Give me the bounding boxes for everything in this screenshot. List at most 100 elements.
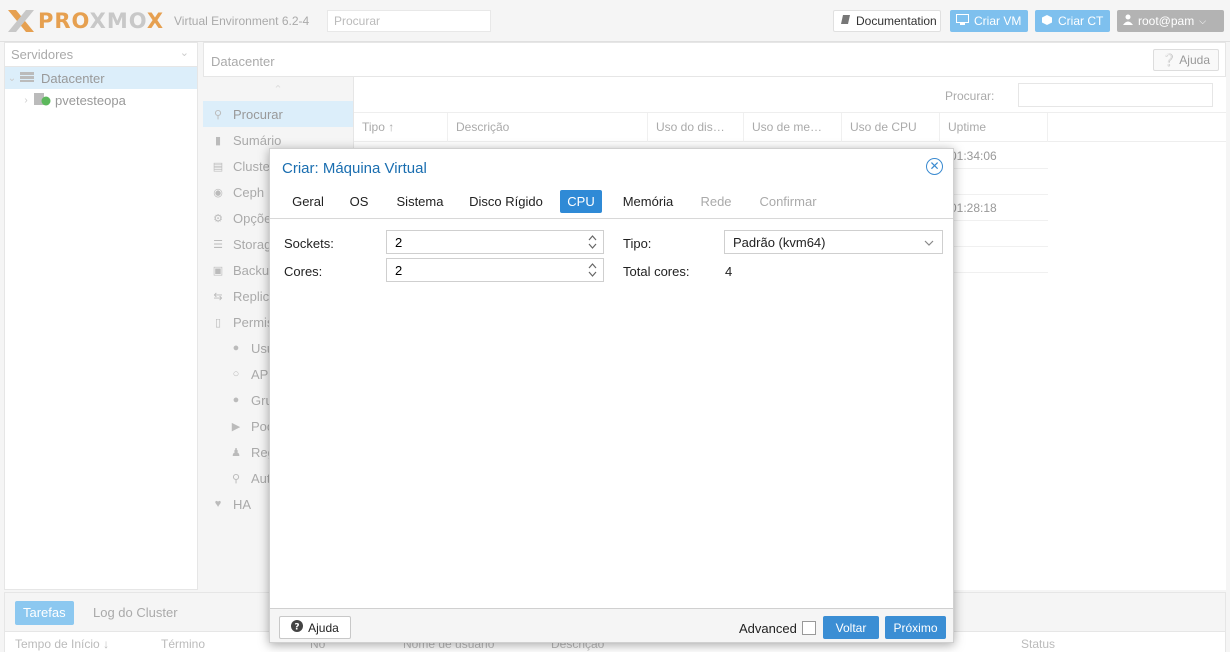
- tab-hard-disk[interactable]: Disco Rígido: [463, 190, 549, 213]
- tab-memory[interactable]: Memória: [615, 190, 681, 213]
- advanced-label: Advanced: [739, 621, 797, 636]
- column-header[interactable]: Uptime: [940, 113, 1048, 142]
- create-vm-dialog: Criar: Máquina Virtual ✕ Geral OS Sistem…: [269, 148, 954, 643]
- book-icon: [840, 14, 851, 28]
- cpu-type-label: Tipo:: [623, 236, 652, 251]
- tree-item-node[interactable]: › pvetesteopa: [5, 89, 197, 111]
- column-header[interactable]: Status: [1021, 637, 1055, 651]
- nav-item-label: Cluster: [233, 158, 275, 174]
- help-button[interactable]: ? Ajuda: [279, 616, 351, 639]
- grid-header: Tipo ↑ Descrição Uso do dis… Uso de me… …: [354, 113, 1226, 142]
- tags-icon: ▶: [231, 420, 241, 433]
- tree-item-datacenter[interactable]: ⌄ Datacenter: [5, 67, 197, 89]
- heartbeat-icon: ♥: [214, 498, 222, 510]
- tab-general[interactable]: Geral: [283, 190, 333, 213]
- chevron-down-icon: ⌄: [179, 47, 189, 59]
- cores-label: Cores:: [284, 264, 323, 279]
- nav-item-label: Ceph: [233, 184, 265, 200]
- resource-tree: Servidores ⌄ ⌄ Datacenter › pvetesteopa: [4, 42, 198, 590]
- users-icon: ●: [232, 394, 240, 406]
- documentation-button[interactable]: Documentation: [833, 10, 941, 32]
- next-button[interactable]: Próximo: [885, 616, 946, 639]
- nav-item-label: HA: [233, 496, 252, 512]
- version-label: Virtual Environment 6.2-4: [174, 14, 310, 28]
- close-icon[interactable]: ✕: [926, 158, 943, 175]
- global-search-input[interactable]: Procurar: [327, 10, 491, 32]
- tab-tasks[interactable]: Tarefas: [15, 601, 74, 625]
- grid-toolbar: Procurar:: [354, 77, 1226, 113]
- expand-icon[interactable]: ⌄: [5, 73, 19, 84]
- search-icon: ⚲: [213, 108, 223, 121]
- desktop-icon: [956, 14, 969, 28]
- column-header-label: Tempo de Início: [15, 637, 100, 651]
- column-header[interactable]: Descrição: [448, 113, 648, 142]
- user-menu-button[interactable]: root@pam ⌵: [1117, 10, 1224, 32]
- spinner-arrows-icon[interactable]: [587, 232, 597, 252]
- user-outline-icon: ○: [232, 368, 240, 380]
- spinner-arrows-icon[interactable]: [587, 260, 597, 280]
- proxmox-x-icon: [6, 8, 36, 34]
- grid-search-input[interactable]: [1018, 83, 1213, 107]
- book-icon: ▮: [214, 134, 222, 147]
- top-bar: PROXMOX Virtual Environment 6.2-4 Procur…: [0, 0, 1230, 42]
- node-online-icon: [33, 92, 51, 109]
- help-button[interactable]: ❔ Ajuda: [1152, 49, 1219, 71]
- ceph-icon: ◉: [213, 186, 223, 199]
- floppy-icon: ▣: [212, 264, 224, 277]
- sockets-field[interactable]: 2: [386, 230, 604, 254]
- help-label: Ajuda: [308, 620, 339, 635]
- sort-desc-icon: ↓: [103, 637, 110, 651]
- question-icon: ❔: [1161, 53, 1177, 67]
- total-cores-label: Total cores:: [623, 264, 690, 279]
- column-header[interactable]: Uso de CPU: [842, 113, 940, 142]
- column-header[interactable]: Término: [161, 637, 205, 651]
- back-button[interactable]: Voltar: [823, 616, 879, 639]
- column-header[interactable]: Uso do dis…: [648, 113, 744, 142]
- grid-search-label: Procurar:: [945, 89, 995, 103]
- tree-item-label: pvetesteopa: [55, 92, 126, 108]
- database-icon: ☰: [213, 238, 223, 251]
- tab-cpu[interactable]: CPU: [560, 190, 602, 213]
- tab-cluster-log[interactable]: Log do Cluster: [85, 601, 186, 625]
- create-vm-button[interactable]: Criar VM: [950, 10, 1028, 32]
- dialog-footer: ? Ajuda Advanced Voltar Próximo: [270, 608, 953, 642]
- dialog-title: Criar: Máquina Virtual: [282, 160, 427, 177]
- svg-text:?: ?: [295, 623, 300, 633]
- create-ct-label: Criar CT: [1058, 14, 1104, 28]
- content-title: Datacenter: [211, 54, 275, 69]
- chevron-down-icon[interactable]: [924, 236, 934, 251]
- column-header-label: Tipo: [362, 120, 385, 134]
- create-ct-button[interactable]: Criar CT: [1035, 10, 1110, 32]
- total-cores-value: 4: [725, 264, 733, 279]
- tree-item-label: Datacenter: [41, 70, 105, 86]
- scroll-up-icon[interactable]: ⌃: [203, 77, 353, 101]
- expand-icon[interactable]: ›: [19, 95, 33, 106]
- nav-item-label: Sumário: [233, 132, 282, 148]
- proxmox-logo: PROXMOX: [6, 8, 164, 34]
- create-vm-label: Criar VM: [974, 14, 1022, 28]
- advanced-checkbox[interactable]: [802, 621, 816, 635]
- sockets-value: 2: [395, 235, 403, 250]
- user-icon: ●: [232, 342, 240, 354]
- documentation-label: Documentation: [856, 14, 937, 28]
- cpu-type-select[interactable]: Padrão (kvm64): [724, 230, 943, 254]
- male-icon: ♟: [231, 446, 241, 459]
- cores-field[interactable]: 2: [386, 258, 604, 282]
- help-label: Ajuda: [1179, 53, 1210, 67]
- tab-os[interactable]: OS: [342, 190, 376, 213]
- nav-item-search[interactable]: ⚲ Procurar: [203, 101, 353, 127]
- logo-text-pro: PRO: [38, 9, 90, 33]
- view-selector-value: Servidores: [11, 47, 74, 62]
- cube-icon: [1041, 14, 1053, 29]
- view-selector[interactable]: Servidores ⌄: [5, 43, 197, 67]
- uptime-cell: 01:28:18: [950, 201, 997, 215]
- column-header[interactable]: Tempo de Início ↓: [15, 637, 109, 651]
- logo-text: PROXMOX: [38, 9, 164, 33]
- gear-icon: ⚙: [213, 212, 223, 225]
- column-header[interactable]: Tipo ↑: [354, 113, 448, 142]
- tab-confirm: Confirmar: [759, 194, 817, 209]
- wizard-tabs: Geral OS Sistema Disco Rígido CPU Memóri…: [270, 187, 953, 219]
- logo-text-xmo: XMO: [89, 9, 147, 33]
- column-header[interactable]: Uso de me…: [744, 113, 842, 142]
- tab-system[interactable]: Sistema: [390, 190, 450, 213]
